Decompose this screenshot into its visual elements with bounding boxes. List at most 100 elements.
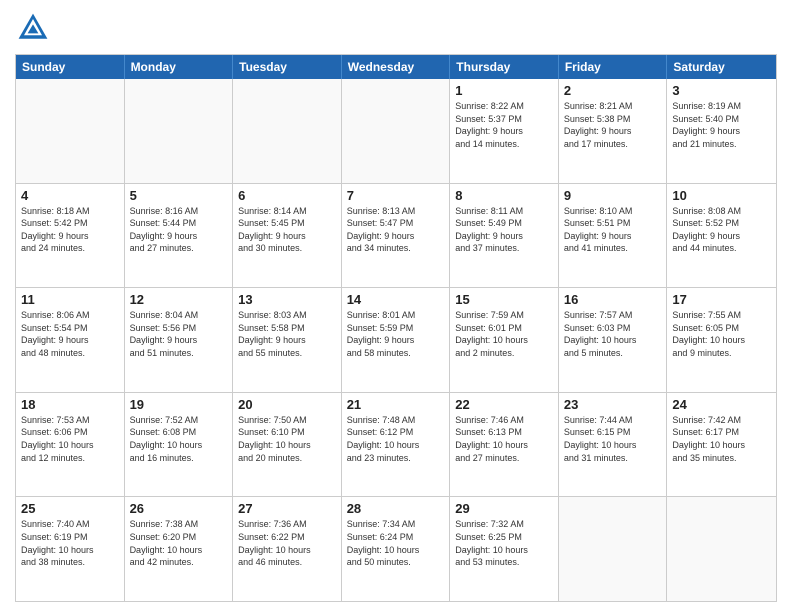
- day-number: 23: [564, 397, 662, 412]
- day-info: Sunrise: 7:36 AM Sunset: 6:22 PM Dayligh…: [238, 518, 336, 568]
- day-info: Sunrise: 8:11 AM Sunset: 5:49 PM Dayligh…: [455, 205, 553, 255]
- day-cell-29: 29 Sunrise: 7:32 AM Sunset: 6:25 PM Dayli…: [450, 497, 559, 601]
- day-number: 17: [672, 292, 771, 307]
- day-number: 14: [347, 292, 445, 307]
- weekday-header-friday: Friday: [559, 55, 668, 79]
- day-number: 6: [238, 188, 336, 203]
- day-cell-18: 18Sunrise: 7:53 AM Sunset: 6:06 PM Dayli…: [16, 393, 125, 497]
- page: SundayMondayTuesdayWednesdayThursdayFrid…: [0, 0, 792, 612]
- day-cell-19: 19 Sunrise: 7:52 AM Sunset: 6:08 PM Dayli…: [125, 393, 234, 497]
- day-number: 15: [455, 292, 553, 307]
- calendar-row-1: 4 Sunrise: 8:18 AM Sunset: 5:42 PM Daylig…: [16, 183, 776, 288]
- day-cell-26: 26Sunrise: 7:38 AM Sunset: 6:20 PM Dayli…: [125, 497, 234, 601]
- day-number: 5: [130, 188, 228, 203]
- day-cell-1: 1 Sunrise: 8:22 AM Sunset: 5:37 PM Daylig…: [450, 79, 559, 183]
- day-info: Sunrise: 7:52 AM Sunset: 6:08 PM Dayligh…: [130, 414, 228, 464]
- empty-cell-0-2: [233, 79, 342, 183]
- day-cell-27: 27 Sunrise: 7:36 AM Sunset: 6:22 PM Dayli…: [233, 497, 342, 601]
- day-info: Sunrise: 7:57 AM Sunset: 6:03 PM Dayligh…: [564, 309, 662, 359]
- day-cell-15: 15 Sunrise: 7:59 AM Sunset: 6:01 PM Dayli…: [450, 288, 559, 392]
- day-info: Sunrise: 8:13 AM Sunset: 5:47 PM Dayligh…: [347, 205, 445, 255]
- day-number: 22: [455, 397, 553, 412]
- day-cell-7: 7 Sunrise: 8:13 AM Sunset: 5:47 PM Daylig…: [342, 184, 451, 288]
- logo-icon: [15, 10, 51, 46]
- day-cell-17: 17Sunrise: 7:55 AM Sunset: 6:05 PM Dayli…: [667, 288, 776, 392]
- day-info: Sunrise: 7:34 AM Sunset: 6:24 PM Dayligh…: [347, 518, 445, 568]
- day-number: 2: [564, 83, 662, 98]
- day-info: Sunrise: 8:18 AM Sunset: 5:42 PM Dayligh…: [21, 205, 119, 255]
- day-number: 29: [455, 501, 553, 516]
- day-info: Sunrise: 7:40 AM Sunset: 6:19 PM Dayligh…: [21, 518, 119, 568]
- empty-cell-0-0: [16, 79, 125, 183]
- day-info: Sunrise: 8:19 AM Sunset: 5:40 PM Dayligh…: [672, 100, 771, 150]
- day-info: Sunrise: 8:04 AM Sunset: 5:56 PM Dayligh…: [130, 309, 228, 359]
- day-number: 9: [564, 188, 662, 203]
- calendar-body: 1 Sunrise: 8:22 AM Sunset: 5:37 PM Daylig…: [16, 79, 776, 601]
- weekday-header-monday: Monday: [125, 55, 234, 79]
- day-cell-4: 4 Sunrise: 8:18 AM Sunset: 5:42 PM Daylig…: [16, 184, 125, 288]
- day-info: Sunrise: 8:01 AM Sunset: 5:59 PM Dayligh…: [347, 309, 445, 359]
- day-info: Sunrise: 7:48 AM Sunset: 6:12 PM Dayligh…: [347, 414, 445, 464]
- day-info: Sunrise: 8:22 AM Sunset: 5:37 PM Dayligh…: [455, 100, 553, 150]
- day-number: 21: [347, 397, 445, 412]
- day-info: Sunrise: 8:06 AM Sunset: 5:54 PM Dayligh…: [21, 309, 119, 359]
- day-cell-24: 24 Sunrise: 7:42 AM Sunset: 6:17 PM Dayli…: [667, 393, 776, 497]
- calendar: SundayMondayTuesdayWednesdayThursdayFrid…: [15, 54, 777, 602]
- day-cell-3: 3 Sunrise: 8:19 AM Sunset: 5:40 PM Daylig…: [667, 79, 776, 183]
- calendar-row-4: 25 Sunrise: 7:40 AM Sunset: 6:19 PM Dayli…: [16, 496, 776, 601]
- day-number: 8: [455, 188, 553, 203]
- weekday-header-saturday: Saturday: [667, 55, 776, 79]
- day-number: 1: [455, 83, 553, 98]
- day-number: 19: [130, 397, 228, 412]
- calendar-row-3: 18Sunrise: 7:53 AM Sunset: 6:06 PM Dayli…: [16, 392, 776, 497]
- weekday-header-tuesday: Tuesday: [233, 55, 342, 79]
- header: [15, 10, 777, 46]
- day-number: 26: [130, 501, 228, 516]
- day-info: Sunrise: 7:32 AM Sunset: 6:25 PM Dayligh…: [455, 518, 553, 568]
- day-info: Sunrise: 7:46 AM Sunset: 6:13 PM Dayligh…: [455, 414, 553, 464]
- calendar-row-0: 1 Sunrise: 8:22 AM Sunset: 5:37 PM Daylig…: [16, 79, 776, 183]
- day-info: Sunrise: 8:08 AM Sunset: 5:52 PM Dayligh…: [672, 205, 771, 255]
- day-cell-21: 21 Sunrise: 7:48 AM Sunset: 6:12 PM Dayli…: [342, 393, 451, 497]
- day-number: 10: [672, 188, 771, 203]
- day-number: 16: [564, 292, 662, 307]
- empty-cell-4-6: [667, 497, 776, 601]
- logo: [15, 10, 57, 46]
- day-number: 3: [672, 83, 771, 98]
- day-info: Sunrise: 8:14 AM Sunset: 5:45 PM Dayligh…: [238, 205, 336, 255]
- day-cell-9: 9 Sunrise: 8:10 AM Sunset: 5:51 PM Daylig…: [559, 184, 668, 288]
- day-number: 25: [21, 501, 119, 516]
- day-cell-2: 2Sunrise: 8:21 AM Sunset: 5:38 PM Daylig…: [559, 79, 668, 183]
- day-cell-5: 5 Sunrise: 8:16 AM Sunset: 5:44 PM Daylig…: [125, 184, 234, 288]
- calendar-row-2: 11 Sunrise: 8:06 AM Sunset: 5:54 PM Dayli…: [16, 287, 776, 392]
- day-info: Sunrise: 7:59 AM Sunset: 6:01 PM Dayligh…: [455, 309, 553, 359]
- day-number: 20: [238, 397, 336, 412]
- day-number: 18: [21, 397, 119, 412]
- empty-cell-0-1: [125, 79, 234, 183]
- day-info: Sunrise: 8:16 AM Sunset: 5:44 PM Dayligh…: [130, 205, 228, 255]
- day-number: 4: [21, 188, 119, 203]
- day-number: 27: [238, 501, 336, 516]
- day-cell-8: 8 Sunrise: 8:11 AM Sunset: 5:49 PM Daylig…: [450, 184, 559, 288]
- day-cell-20: 20Sunrise: 7:50 AM Sunset: 6:10 PM Dayli…: [233, 393, 342, 497]
- weekday-header-sunday: Sunday: [16, 55, 125, 79]
- weekday-header-thursday: Thursday: [450, 55, 559, 79]
- day-cell-28: 28 Sunrise: 7:34 AM Sunset: 6:24 PM Dayli…: [342, 497, 451, 601]
- empty-cell-0-3: [342, 79, 451, 183]
- day-info: Sunrise: 7:42 AM Sunset: 6:17 PM Dayligh…: [672, 414, 771, 464]
- day-number: 24: [672, 397, 771, 412]
- day-cell-14: 14 Sunrise: 8:01 AM Sunset: 5:59 PM Dayli…: [342, 288, 451, 392]
- day-info: Sunrise: 8:03 AM Sunset: 5:58 PM Dayligh…: [238, 309, 336, 359]
- day-info: Sunrise: 8:10 AM Sunset: 5:51 PM Dayligh…: [564, 205, 662, 255]
- day-number: 28: [347, 501, 445, 516]
- day-cell-10: 10 Sunrise: 8:08 AM Sunset: 5:52 PM Dayli…: [667, 184, 776, 288]
- day-number: 11: [21, 292, 119, 307]
- weekday-header-wednesday: Wednesday: [342, 55, 451, 79]
- day-number: 13: [238, 292, 336, 307]
- day-cell-11: 11 Sunrise: 8:06 AM Sunset: 5:54 PM Dayli…: [16, 288, 125, 392]
- day-cell-23: 23 Sunrise: 7:44 AM Sunset: 6:15 PM Dayli…: [559, 393, 668, 497]
- day-cell-12: 12Sunrise: 8:04 AM Sunset: 5:56 PM Dayli…: [125, 288, 234, 392]
- day-cell-13: 13 Sunrise: 8:03 AM Sunset: 5:58 PM Dayli…: [233, 288, 342, 392]
- day-info: Sunrise: 7:44 AM Sunset: 6:15 PM Dayligh…: [564, 414, 662, 464]
- day-number: 7: [347, 188, 445, 203]
